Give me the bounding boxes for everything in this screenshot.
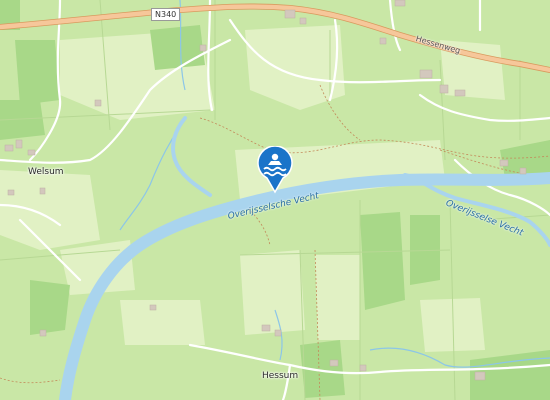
road-shield-n340: N340: [151, 8, 181, 21]
swim-location-marker[interactable]: [256, 146, 294, 194]
town-label-hessum: Hessum: [262, 371, 299, 381]
swimming-icon: [257, 146, 293, 194]
map-viewport[interactable]: N340 Hessenweg Overijsselsche Vecht Over…: [0, 0, 550, 400]
town-label-welsum: Welsum: [28, 167, 64, 177]
